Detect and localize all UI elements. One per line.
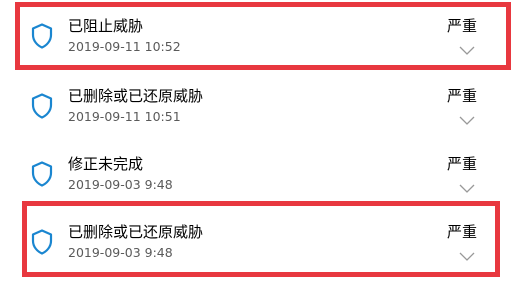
chevron-down-icon[interactable] [459, 179, 475, 193]
threat-list-item[interactable]: 已删除或已还原威胁 2019-09-03 9:48 严重 [0, 206, 532, 272]
threat-title: 已删除或已还原威胁 [68, 223, 204, 241]
shield-icon [31, 161, 53, 187]
severity-label: 严重 [446, 87, 477, 105]
threat-date: 2019-09-11 10:52 [68, 39, 181, 54]
threat-date: 2019-09-03 9:48 [68, 245, 173, 260]
threat-title: 已阻止威胁 [68, 17, 144, 35]
shield-icon [31, 229, 53, 255]
threat-date: 2019-09-11 10:51 [68, 109, 181, 124]
threat-title: 修正未完成 [68, 155, 144, 173]
threat-list-item[interactable]: 已删除或已还原威胁 2019-09-11 10:51 严重 [0, 70, 532, 136]
severity-label: 严重 [446, 155, 477, 173]
threat-history-list: 已阻止威胁 2019-09-11 10:52 严重 已删除或已还原威胁 2019… [0, 0, 532, 283]
chevron-down-icon[interactable] [459, 111, 475, 125]
chevron-down-icon[interactable] [459, 247, 475, 261]
threat-list-item[interactable]: 修正未完成 2019-09-03 9:48 严重 [0, 138, 532, 204]
severity-label: 严重 [446, 17, 477, 35]
severity-label: 严重 [446, 223, 477, 241]
shield-icon [31, 93, 53, 119]
chevron-down-icon[interactable] [459, 41, 475, 55]
threat-list-item[interactable]: 已阻止威胁 2019-09-11 10:52 严重 [0, 0, 532, 66]
threat-date: 2019-09-03 9:48 [68, 177, 173, 192]
shield-icon [31, 23, 53, 49]
threat-title: 已删除或已还原威胁 [68, 87, 204, 105]
